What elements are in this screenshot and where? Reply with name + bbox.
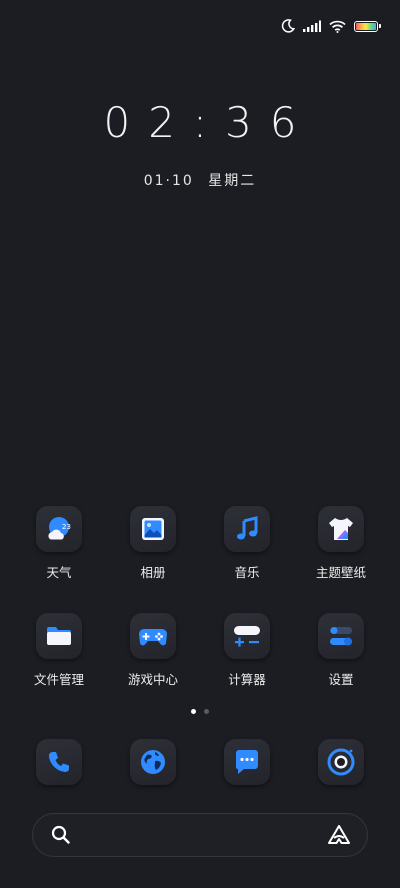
search-icon[interactable] (51, 825, 71, 845)
assistant-icon[interactable] (327, 824, 351, 846)
settings-icon (318, 613, 364, 659)
signal-icon (303, 20, 321, 32)
dock-phone[interactable] (12, 739, 106, 785)
clock-time[interactable]: 02:36 (0, 98, 400, 147)
app-file-manager[interactable]: 文件管理 (12, 613, 106, 688)
music-icon (224, 506, 270, 552)
battery-icon (354, 20, 381, 32)
page-indicator (0, 709, 400, 714)
app-label: 计算器 (228, 672, 266, 687)
app-theme[interactable]: 主题壁纸 (294, 506, 388, 581)
date-weekday: 星期二 (208, 173, 257, 189)
browser-icon (130, 739, 176, 785)
app-label: 天气 (46, 565, 72, 580)
app-gallery[interactable]: 相册 (106, 506, 200, 581)
date-display[interactable]: 01·10 星期二 (0, 170, 400, 190)
weather-temp-badge: 23 (62, 523, 71, 531)
phone-icon (36, 739, 82, 785)
app-label: 主题壁纸 (315, 565, 366, 580)
app-game-center[interactable]: 游戏中心 (106, 613, 200, 688)
app-grid-row-2: 文件管理 游戏中心 计算器 设置 (12, 613, 388, 688)
messages-icon (224, 739, 270, 785)
app-label: 音乐 (234, 565, 260, 580)
app-label: 设置 (328, 672, 354, 687)
wifi-icon (329, 20, 346, 33)
app-music[interactable]: 音乐 (200, 506, 294, 581)
dock (12, 739, 388, 785)
dock-messages[interactable] (200, 739, 294, 785)
camera-icon (318, 739, 364, 785)
page-dot[interactable] (204, 709, 209, 714)
weather-icon: 23 (36, 506, 82, 552)
folder-icon (36, 613, 82, 659)
theme-icon (318, 506, 364, 552)
dock-camera[interactable] (294, 739, 388, 785)
moon-icon (281, 19, 295, 33)
search-bar[interactable] (32, 813, 368, 857)
app-label: 文件管理 (33, 672, 84, 687)
app-label: 游戏中心 (127, 672, 178, 687)
app-label: 相册 (140, 565, 166, 580)
page-dot-active[interactable] (191, 709, 196, 714)
calculator-icon (224, 613, 270, 659)
app-weather[interactable]: 23 天气 (12, 506, 106, 581)
gamepad-icon (130, 613, 176, 659)
dock-browser[interactable] (106, 739, 200, 785)
gallery-icon (130, 506, 176, 552)
date-day: 01·10 (143, 173, 194, 189)
app-settings[interactable]: 设置 (294, 613, 388, 688)
app-grid-row-1: 23 天气 相册 音乐 主题壁纸 (12, 506, 388, 581)
status-bar (281, 14, 381, 38)
app-calculator[interactable]: 计算器 (200, 613, 294, 688)
